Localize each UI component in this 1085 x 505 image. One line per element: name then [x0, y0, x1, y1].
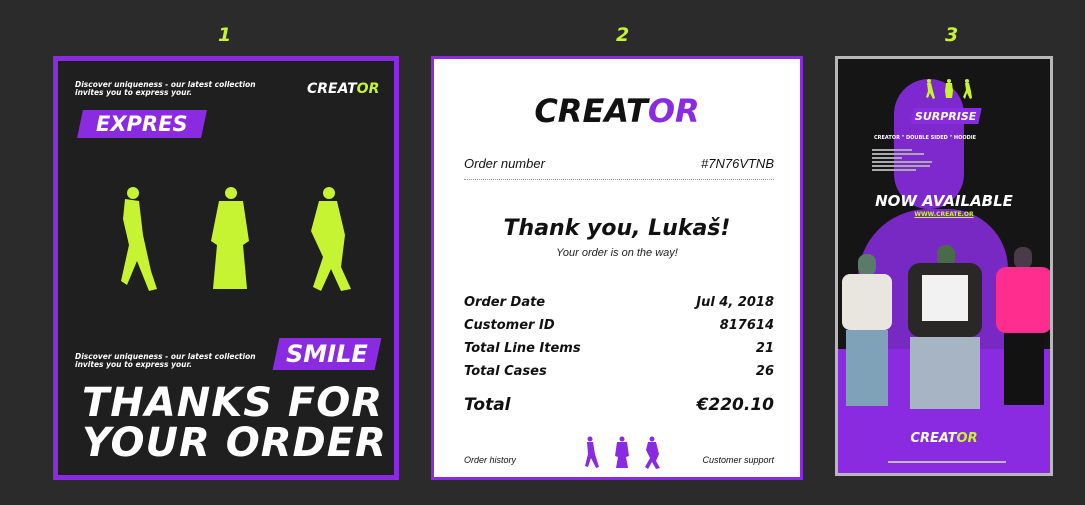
customer-support-link[interactable]: Customer support — [702, 455, 774, 465]
creator-logo: CREATOR — [307, 81, 380, 97]
total-row: Total €220.10 — [464, 395, 774, 415]
website-url[interactable]: WWW.CREATE.OR — [838, 211, 1050, 218]
design-card-2[interactable]: CREATOR Order number #7N76VTNB Thank you,… — [431, 56, 803, 480]
silhouettes-figures-tiny — [926, 79, 972, 99]
silhouettes-figures — [121, 187, 351, 291]
footer-links: Order history Customer support — [464, 455, 774, 465]
label-number-1: 1 — [218, 24, 232, 46]
model-1-image — [842, 254, 892, 406]
creator-logo: CREATOR — [534, 92, 700, 130]
expres-badge: EXPRES — [77, 110, 207, 138]
order-subtitle: Your order is on the way! — [556, 247, 678, 259]
surprise-badge: SURPRISE — [910, 108, 982, 124]
smile-badge: SMILE — [272, 338, 382, 370]
detail-row-total-cases: Total Cases 26 — [464, 364, 774, 379]
model-3-image — [996, 247, 1050, 407]
detail-row-order-date: Order Date Jul 4, 2018 — [464, 295, 774, 310]
order-history-link[interactable]: Order history — [464, 455, 516, 465]
product-title: CREATOR " DOUBLE SIDED " HOODIE — [874, 135, 977, 141]
thanks-headline: THANKS FOR YOUR ORDER — [82, 380, 387, 466]
model-2-image — [900, 245, 990, 410]
tagline-top: Discover uniqueness - our latest collect… — [75, 80, 256, 97]
product-features — [872, 147, 952, 173]
detail-row-line-items: Total Line Items 21 — [464, 341, 774, 356]
order-number-row: Order number #7N76VTNB — [464, 156, 774, 180]
design-card-3[interactable]: SURPRISE CREATOR " DOUBLE SIDED " HOODIE… — [835, 56, 1053, 476]
now-available-headline: NOW AVAILABLE — [875, 192, 1013, 210]
thank-you-heading: Thank you, Lukaš! — [503, 216, 731, 241]
design-card-1[interactable]: Discover uniqueness - our latest collect… — [53, 56, 399, 480]
label-number-2: 2 — [616, 24, 630, 46]
label-number-3: 3 — [945, 24, 959, 46]
detail-row-customer-id: Customer ID 817614 — [464, 318, 774, 333]
tagline-bottom: Discover uniqueness - our latest collect… — [75, 352, 256, 369]
creator-logo: CREATOR — [910, 431, 978, 446]
footer-fine-print — [888, 461, 1006, 463]
